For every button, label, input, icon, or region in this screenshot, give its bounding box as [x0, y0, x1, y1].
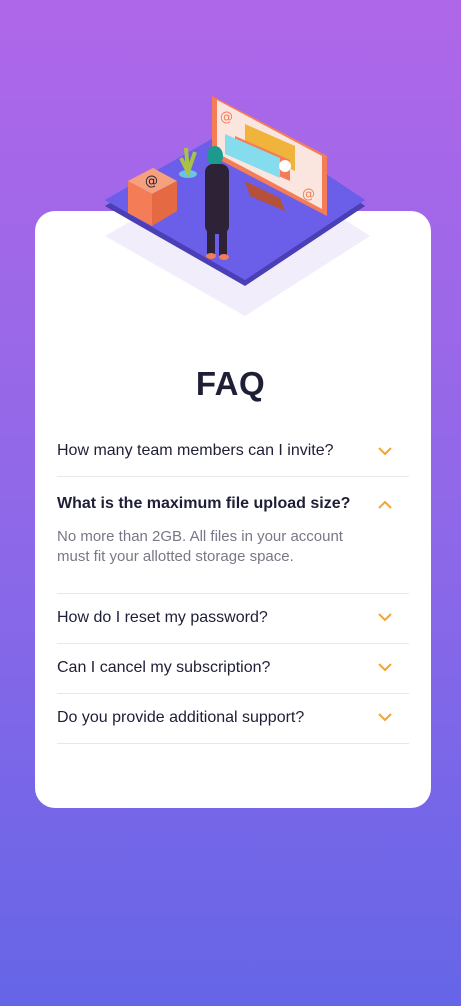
svg-text:@: @ [302, 187, 315, 202]
faq-item: Can I cancel my subscription? [57, 644, 409, 694]
faq-item: How do I reset my password? [57, 594, 409, 644]
faq-answer: No more than 2GB. All files in your acco… [57, 528, 343, 565]
faq-question: Do you provide additional support? [57, 708, 305, 726]
faq-question-toggle[interactable]: How do I reset my password? [57, 594, 409, 641]
faq-item: How many team members can I invite? [57, 426, 409, 477]
chevron-down-icon [378, 713, 392, 722]
faq-question-toggle[interactable]: Do you provide additional support? [57, 694, 409, 741]
page-title: FAQ [195, 365, 266, 402]
faq-illustration-overlay: @ @ @ [105, 96, 370, 316]
chevron-down-icon [378, 663, 392, 672]
faq-question-toggle[interactable]: How many team members can I invite? [57, 426, 409, 476]
faq-question-toggle[interactable]: Can I cancel my subscription? [57, 644, 409, 691]
faq-question: How do I reset my password? [57, 608, 268, 626]
svg-text:@: @ [145, 174, 158, 189]
chevron-down-icon [378, 613, 392, 622]
faq-question: What is the maximum file upload size? [57, 495, 351, 512]
faq-question: Can I cancel my subscription? [57, 658, 271, 676]
faq-item: Do you provide additional support? [57, 694, 409, 744]
faq-question-toggle[interactable]: What is the maximum file upload size? [57, 477, 409, 527]
chevron-down-icon [378, 446, 392, 455]
chevron-up-icon [378, 500, 392, 509]
faq-question: How many team members can I invite? [57, 442, 334, 459]
svg-text:@: @ [220, 110, 233, 125]
faq-item-expanded: What is the maximum file upload size? No… [57, 477, 409, 594]
faq-list: How many team members can I invite? What… [57, 426, 409, 744]
